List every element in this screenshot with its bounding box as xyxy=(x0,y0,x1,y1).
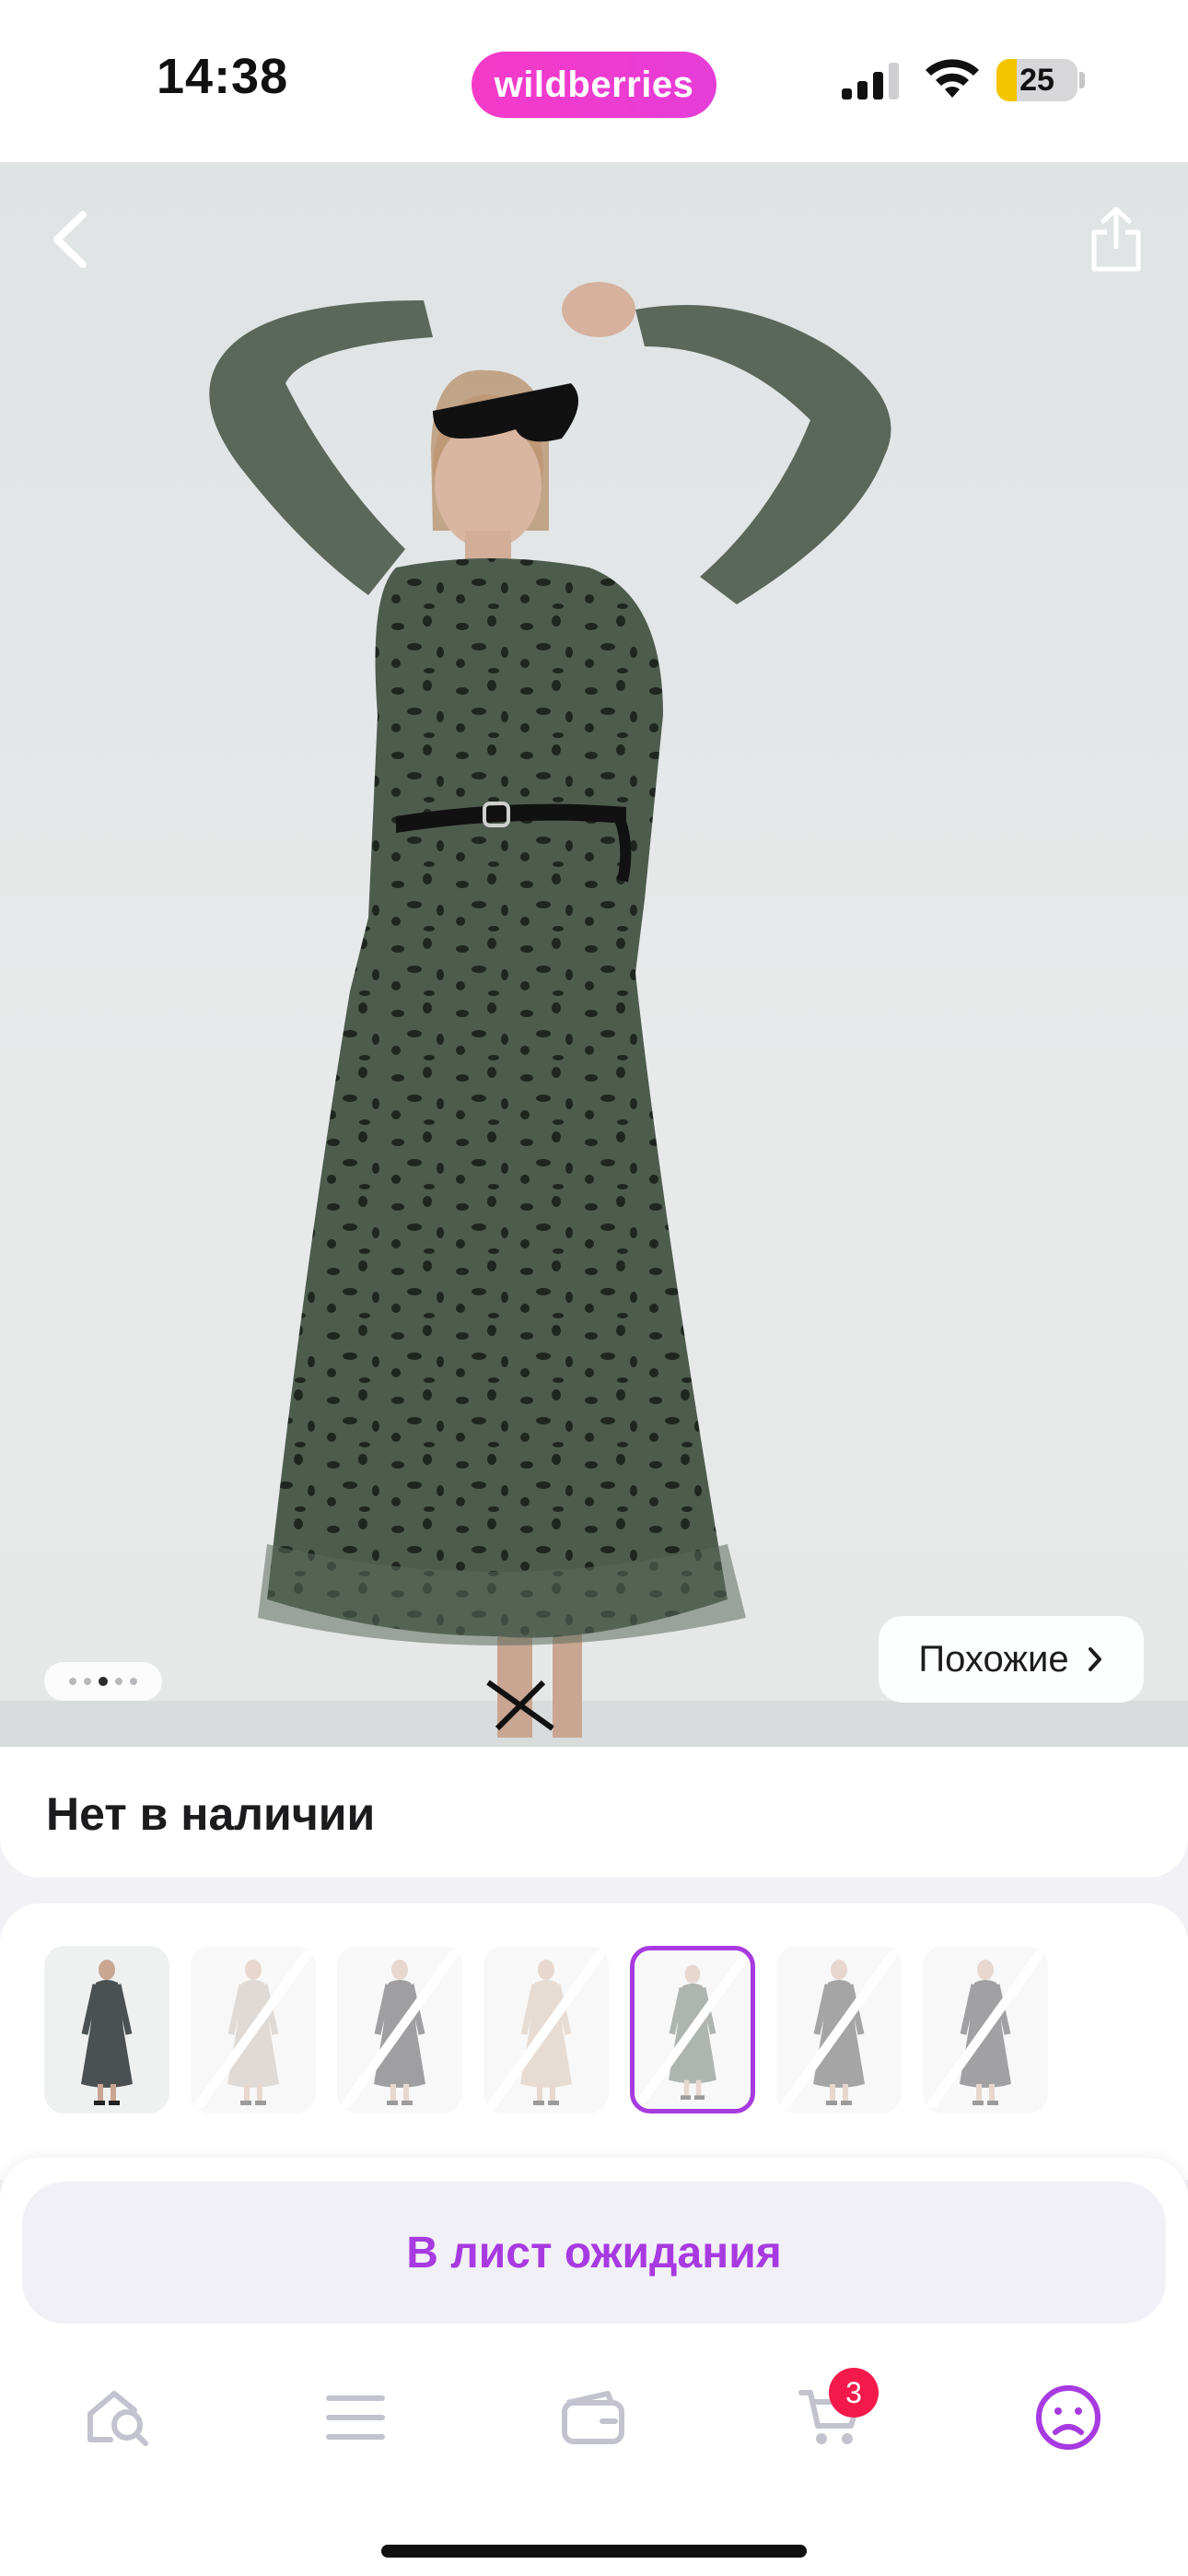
similar-button[interactable]: Похожие xyxy=(879,1616,1144,1703)
tab-bar: 3 xyxy=(0,2349,1188,2576)
search-home-icon xyxy=(87,2391,148,2446)
pager-dot xyxy=(99,1677,108,1686)
product-image-gallery[interactable]: Похожие xyxy=(0,162,1188,1747)
pager-dot xyxy=(84,1678,91,1685)
battery-level: 25 xyxy=(1019,62,1054,98)
home-indicator xyxy=(381,2545,807,2558)
back-button[interactable] xyxy=(35,203,109,276)
action-sheet: В лист ожидания xyxy=(0,2158,1188,2360)
share-icon xyxy=(1091,206,1141,272)
wallet-icon xyxy=(562,2391,624,2444)
status-bar: 14:38 wildberries 25 xyxy=(0,0,1188,162)
brand-logo: wildberries xyxy=(472,52,716,118)
battery-tip xyxy=(1079,72,1085,88)
tab-home[interactable] xyxy=(63,2373,173,2462)
unavailable-slash-icon xyxy=(342,1950,458,2109)
tab-wallet[interactable] xyxy=(538,2373,648,2462)
share-button[interactable] xyxy=(1079,203,1153,276)
color-variant-thumb[interactable] xyxy=(923,1946,1048,2113)
profile-icon xyxy=(1036,2385,1101,2450)
cart-count-badge: 3 xyxy=(829,2368,879,2418)
product-page: 14:38 wildberries 25 Похожие Нет в налич… xyxy=(0,0,1188,2576)
pager-dot xyxy=(130,1678,137,1685)
chevron-right-icon xyxy=(1088,1647,1101,1671)
tab-profile[interactable] xyxy=(1013,2373,1124,2462)
color-variants xyxy=(0,1903,1188,2180)
stock-status: Нет в наличии xyxy=(46,1788,376,1840)
color-variant-thumb[interactable] xyxy=(44,1946,169,2113)
color-variant-thumb[interactable] xyxy=(337,1946,462,2113)
unavailable-slash-icon xyxy=(638,1956,747,2103)
color-variant-thumb[interactable] xyxy=(483,1946,609,2113)
color-variant-thumb[interactable] xyxy=(776,1946,902,2113)
color-variant-thumb[interactable] xyxy=(191,1946,316,2113)
menu-icon xyxy=(326,2395,385,2440)
product-photo xyxy=(0,282,1188,1747)
unavailable-slash-icon xyxy=(927,1950,1043,2109)
unavailable-slash-icon xyxy=(488,1950,604,2109)
cellular-signal-icon xyxy=(842,63,899,100)
unavailable-slash-icon xyxy=(781,1950,897,2109)
pager-dot xyxy=(115,1678,122,1685)
pager-dot xyxy=(69,1678,76,1685)
wifi-icon xyxy=(926,59,979,98)
color-variant-thumb[interactable] xyxy=(630,1946,755,2113)
stock-status-card: Нет в наличии xyxy=(0,1747,1188,1878)
status-time: 14:38 xyxy=(157,49,289,104)
waitlist-button[interactable]: В лист ожидания xyxy=(22,2182,1166,2324)
battery-icon: 25 xyxy=(996,59,1077,101)
variant-dress-image xyxy=(81,1960,133,2105)
unavailable-slash-icon xyxy=(195,1950,311,2109)
image-pager xyxy=(44,1662,162,1701)
similar-label: Похожие xyxy=(918,1638,1069,1680)
tab-catalog[interactable] xyxy=(300,2373,411,2462)
chevron-left-icon xyxy=(53,211,87,268)
